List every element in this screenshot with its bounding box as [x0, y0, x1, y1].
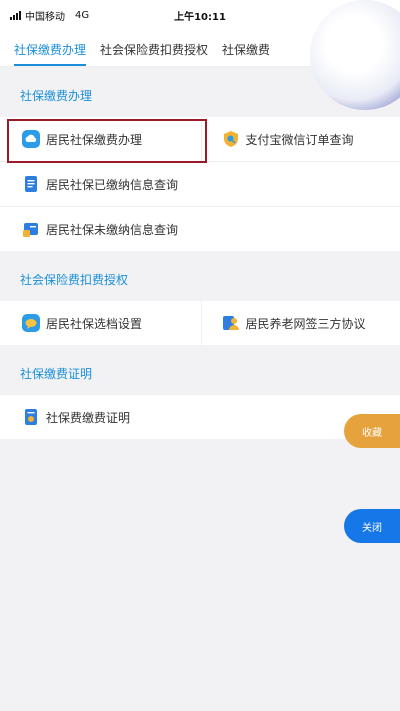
section-title-payment: 社保缴费办理: [20, 89, 93, 103]
signal-icon: [10, 10, 21, 20]
section-title-certificate: 社保缴费证明: [20, 367, 93, 381]
menu-item-pension-agreement[interactable]: 居民养老网签三方协议: [200, 301, 400, 345]
carrier-label: 中国移动: [25, 11, 65, 23]
payment-grid: 居民社保缴费办理 支付宝微信订单查询 居民社保已缴纳信息查询 居民社保未缴纳信息…: [0, 117, 400, 251]
menu-item-label: 居民社保已缴纳信息查询: [46, 177, 179, 192]
menu-item-paid-info-query[interactable]: 居民社保已缴纳信息查询: [0, 162, 400, 206]
status-bar: 中国移动 4G 上午10:11: [0, 0, 400, 30]
menu-item-label: 居民社保未缴纳信息查询: [46, 222, 179, 237]
menu-item-label: 居民社保缴费办理: [46, 132, 143, 147]
menu-item-label: 支付宝微信订单查询: [245, 132, 354, 147]
document-icon: [22, 175, 40, 193]
tab-social-payment-more[interactable]: 社保缴费: [222, 41, 270, 66]
menu-item-label: 社保费缴费证明: [46, 410, 131, 425]
menu-item-label: 居民养老网签三方协议: [245, 316, 366, 331]
tab-social-payment[interactable]: 社保缴费办理: [14, 41, 87, 66]
section-title-authorization: 社会保险费扣费授权: [20, 273, 129, 287]
menu-item-alipay-wechat-query[interactable]: 支付宝微信订单查询: [200, 117, 400, 161]
menu-item-grade-setting[interactable]: 居民社保选档设置: [0, 301, 201, 345]
authorization-grid: 居民社保选档设置 居民养老网签三方协议: [0, 301, 400, 345]
menu-item-resident-payment[interactable]: 居民社保缴费办理: [0, 117, 201, 161]
favorite-button[interactable]: 收藏: [344, 414, 400, 448]
cloud-icon: [22, 130, 40, 148]
card-icon: [22, 220, 40, 238]
certificate-icon: [22, 408, 40, 426]
menu-item-payment-certificate[interactable]: 社保费缴费证明: [0, 395, 400, 439]
close-button[interactable]: 关闭: [344, 509, 400, 543]
shield-search-icon: [222, 130, 240, 148]
tab-deduction-authorization[interactable]: 社会保险费扣费授权: [100, 41, 208, 66]
people-icon: [222, 314, 240, 332]
network-label: 4G: [75, 9, 90, 21]
tab-bar: 社保缴费办理 社会保险费扣费授权 社保缴费: [0, 30, 400, 67]
chat-icon: [22, 314, 40, 332]
menu-item-unpaid-info-query[interactable]: 居民社保未缴纳信息查询: [0, 207, 400, 251]
certificate-grid: 社保费缴费证明: [0, 395, 400, 439]
menu-item-label: 居民社保选档设置: [46, 316, 143, 331]
